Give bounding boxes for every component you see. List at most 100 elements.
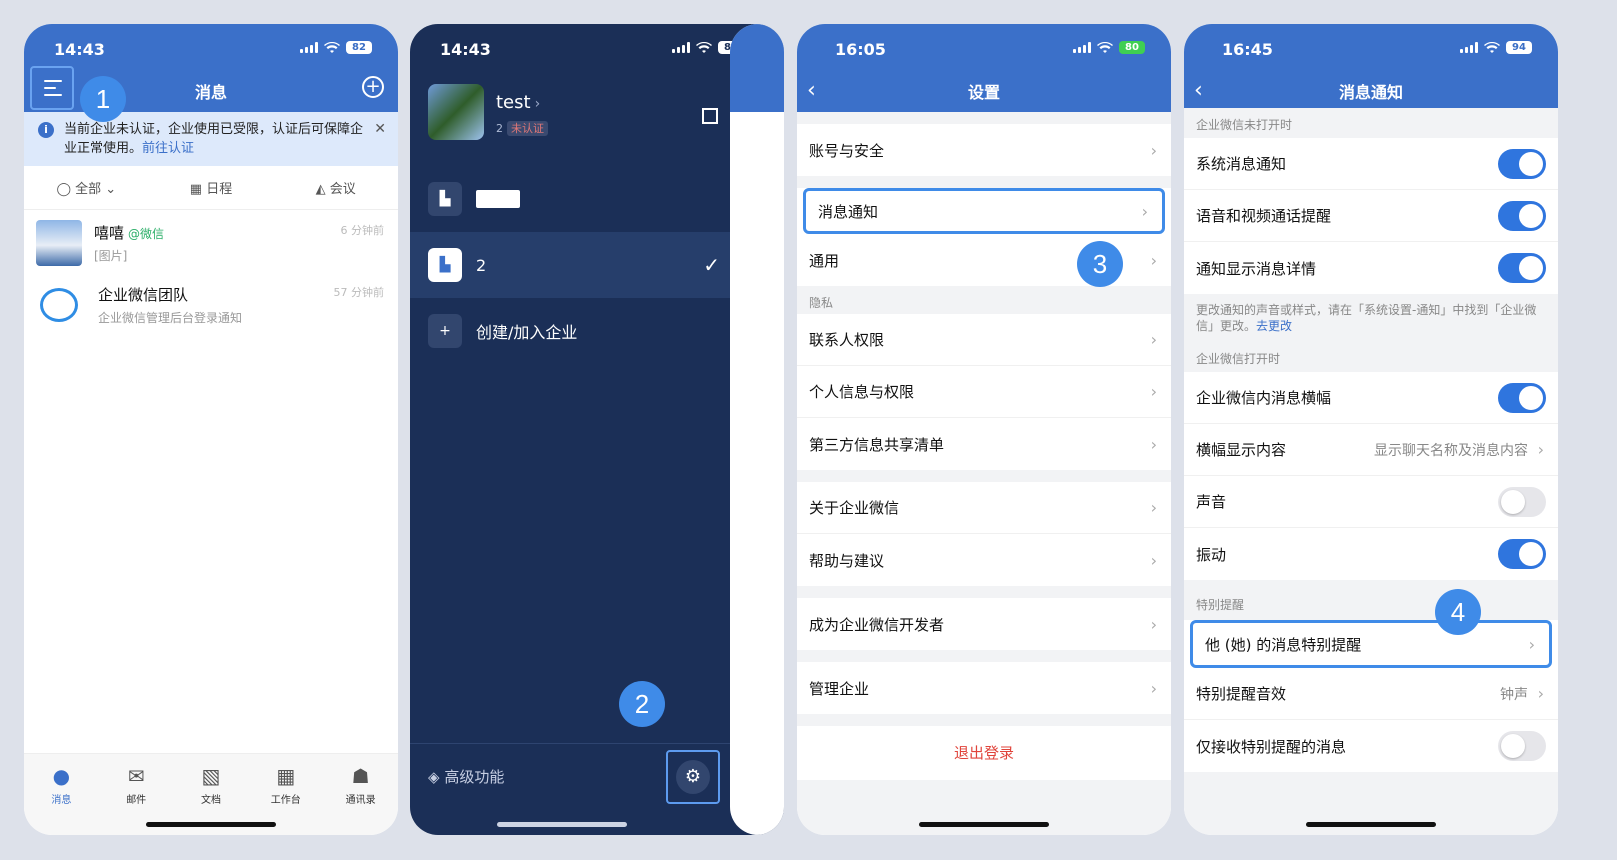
chat-item[interactable]: 嘻嘻 @微信 [图片] 6 分钟前 xyxy=(24,210,398,272)
chevron-right-icon: › xyxy=(1141,201,1148,221)
nav-bar: ‹ 消息通知 xyxy=(1184,70,1558,112)
profile-name: test xyxy=(496,92,531,113)
chat-time: 57 分钟前 xyxy=(333,286,385,299)
system-settings-hint: 更改通知的声音或样式，请在「系统设置-通知」中找到「企业微信」更改。去更改 xyxy=(1196,303,1537,333)
contacts-permission-row[interactable]: 联系人权限 › xyxy=(797,314,1171,366)
tab-contacts[interactable]: ☗ 通讯录 xyxy=(323,754,398,835)
org-chart-icon: ☗ xyxy=(351,764,370,788)
manage-org-row[interactable]: 管理企业 › xyxy=(797,662,1171,714)
about-row[interactable]: 关于企业微信 › xyxy=(797,482,1171,534)
redacted-name xyxy=(476,190,520,208)
chat-preview: 企业微信管理后台登录通知 xyxy=(98,311,243,325)
system-notify-toggle[interactable] xyxy=(1498,148,1546,179)
home-indicator xyxy=(919,822,1049,827)
in-app-banner-toggle[interactable] xyxy=(1498,382,1546,413)
step-badge-4: 4 xyxy=(1435,589,1481,635)
status-bar: 16:45 94 xyxy=(1184,24,1558,70)
chat-time: 6 分钟前 xyxy=(340,224,385,237)
only-special-toggle[interactable] xyxy=(1498,731,1546,761)
signal-icon xyxy=(672,42,690,53)
chevron-right-icon: › xyxy=(1150,550,1157,570)
phone-settings: 16:05 80 ‹ 设置 账号与安全 › 消息通知 › 通用 › 隐私 联系人权限 ›… xyxy=(797,24,1171,835)
avatar xyxy=(36,220,82,266)
voice-video-row: 语音和视频通话提醒 xyxy=(1184,190,1558,242)
filter-all[interactable]: ◯ 全部 ⌄ xyxy=(24,178,149,197)
info-icon: i xyxy=(38,122,54,138)
notification-settings: 企业微信未打开时 系统消息通知 语音和视频通话提醒 通知显示消息详情 更改通知的… xyxy=(1184,108,1558,835)
section-header-open: 企业微信打开时 xyxy=(1196,352,1281,366)
section-header-special: 特别提醒 xyxy=(1196,598,1245,612)
personal-info-row[interactable]: 个人信息与权限 › xyxy=(797,366,1171,418)
chevron-right-icon: › xyxy=(1150,614,1157,634)
change-link[interactable]: 去更改 xyxy=(1256,319,1292,333)
settings-button[interactable]: ⚙ xyxy=(666,750,720,804)
chevron-right-icon: › xyxy=(1537,684,1544,703)
banner-content-row[interactable]: 横幅显示内容 显示聊天名称及消息内容 › xyxy=(1184,424,1558,476)
step-badge-2: 2 xyxy=(619,681,665,727)
nav-bar: ‹ 设置 xyxy=(797,70,1171,112)
step-badge-1: 1 xyxy=(80,76,126,122)
home-indicator xyxy=(497,822,627,827)
battery-icon: 80 xyxy=(1119,41,1145,54)
home-indicator xyxy=(1306,822,1436,827)
chevron-right-icon: › xyxy=(1528,634,1535,654)
wifi-icon xyxy=(324,41,340,53)
notifications-row[interactable]: 消息通知 › xyxy=(803,188,1165,234)
page-title: 设置 xyxy=(967,83,1000,102)
close-icon[interactable]: ✕ xyxy=(374,120,386,139)
banner-content-value: 显示聊天名称及消息内容 xyxy=(1374,442,1528,459)
system-notify-row: 系统消息通知 xyxy=(1184,138,1558,190)
settings-list: 账号与安全 › 消息通知 › 通用 › 隐私 联系人权限 › 个人信息与权限 › 第三方信… xyxy=(797,112,1171,835)
chevron-right-icon: › xyxy=(1150,140,1157,160)
chat-bubble-icon: ● xyxy=(52,764,71,788)
chevron-right-icon: › xyxy=(534,96,541,112)
sound-toggle[interactable] xyxy=(1498,486,1546,517)
chevron-right-icon: › xyxy=(1150,678,1157,698)
chat-item[interactable]: 企业微信团队 企业微信管理后台登录通知 57 分钟前 xyxy=(24,272,398,334)
special-sound-value: 钟声 xyxy=(1500,686,1528,703)
add-icon[interactable]: + xyxy=(362,76,384,98)
chevron-right-icon: › xyxy=(1150,250,1157,270)
checkmark-icon: ✓ xyxy=(703,253,720,277)
in-app-banner-row: 企业微信内消息横幅 xyxy=(1184,372,1558,424)
signal-icon xyxy=(1460,42,1478,53)
voice-video-toggle[interactable] xyxy=(1498,200,1546,231)
account-security-row[interactable]: 账号与安全 › xyxy=(797,124,1171,176)
signal-icon xyxy=(1073,42,1091,53)
gear-icon: ⚙ xyxy=(676,760,710,794)
chevron-right-icon: › xyxy=(1150,382,1157,401)
tab-messages[interactable]: ● 消息 xyxy=(24,754,99,835)
notice-text: 当前企业未认证，企业使用已受限，认证后可保障企业正常使用。 xyxy=(64,122,364,156)
verify-link[interactable]: 前往认证 xyxy=(142,141,194,156)
org-item-hidden[interactable]: ▙ xyxy=(410,166,784,232)
plus-icon: + xyxy=(428,314,462,348)
org-item-selected[interactable]: ▙ 2 ✓ xyxy=(410,232,784,298)
vibrate-toggle[interactable] xyxy=(1498,539,1546,569)
status-time: 14:43 xyxy=(440,40,491,59)
grid-icon: ▦ xyxy=(276,764,296,788)
filter-meeting[interactable]: ◭ 会议 xyxy=(273,178,398,197)
status-time: 16:45 xyxy=(1222,40,1273,59)
filter-bar: ◯ 全部 ⌄ ▦ 日程 ◭ 会议 xyxy=(24,166,398,210)
developer-row[interactable]: 成为企业微信开发者 › xyxy=(797,598,1171,650)
wecom-team-icon xyxy=(40,288,78,322)
status-bar: 16:05 80 xyxy=(797,24,1171,70)
special-reminder-row[interactable]: 他 (她) 的消息特别提醒 › xyxy=(1190,620,1552,668)
mail-icon: ✉ xyxy=(127,764,145,788)
chat-preview: [图片] xyxy=(94,249,128,263)
filter-schedule[interactable]: ▦ 日程 xyxy=(149,178,274,197)
logout-button[interactable]: 退出登录 xyxy=(797,726,1171,780)
show-detail-toggle[interactable] xyxy=(1498,253,1546,283)
advanced-features[interactable]: ◈ 高级功能 xyxy=(428,766,504,787)
privacy-header: 隐私 xyxy=(809,296,834,310)
chevron-right-icon: › xyxy=(1537,440,1544,459)
qr-code-icon[interactable] xyxy=(702,108,718,124)
building-icon: ▙ xyxy=(428,182,462,216)
wifi-icon xyxy=(1484,41,1500,53)
create-join-label: 创建/加入企业 xyxy=(476,323,578,342)
org-name: 2 xyxy=(476,255,487,275)
help-row[interactable]: 帮助与建议 › xyxy=(797,534,1171,586)
third-party-row[interactable]: 第三方信息共享清单 › xyxy=(797,418,1171,470)
special-sound-row[interactable]: 特别提醒音效 钟声 › xyxy=(1184,668,1558,720)
create-join-item[interactable]: + 创建/加入企业 xyxy=(410,298,784,364)
